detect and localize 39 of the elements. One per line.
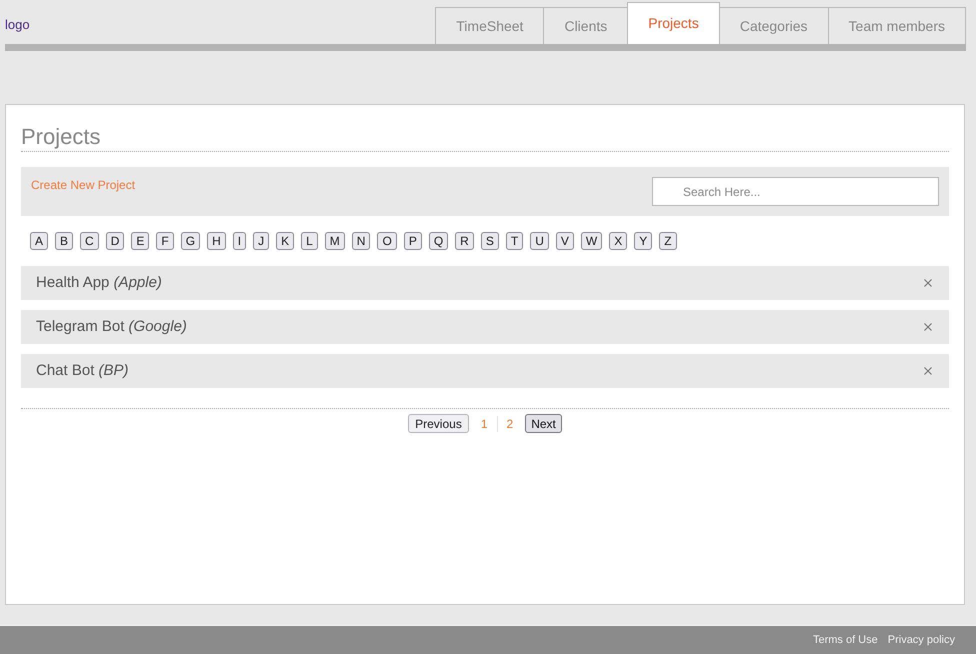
close-icon[interactable] — [924, 323, 932, 331]
project-title: Chat Bot (BP) — [36, 360, 129, 381]
letter-filter-button[interactable]: I — [232, 232, 246, 250]
letter-filter-button[interactable]: D — [106, 232, 124, 250]
close-icon[interactable] — [924, 279, 932, 287]
letter-filter-button[interactable]: O — [377, 232, 397, 250]
next-button[interactable]: Next — [525, 414, 562, 433]
letter-filter-button[interactable]: L — [301, 232, 318, 250]
letter-filter-button[interactable]: Q — [428, 232, 448, 250]
page-title: Projects — [21, 125, 102, 149]
letter-filter-button[interactable]: S — [480, 232, 499, 250]
letter-filter-button[interactable]: Y — [634, 232, 652, 250]
letter-filter-button[interactable]: C — [80, 232, 99, 250]
project-title: Health App (Apple) — [36, 272, 162, 293]
letter-filter-button[interactable]: H — [207, 232, 226, 250]
letter-filter-button[interactable]: W — [580, 232, 602, 250]
letter-filter-button[interactable]: G — [180, 232, 200, 250]
letter-filter-button[interactable]: F — [156, 232, 174, 250]
letter-filter-button[interactable]: B — [55, 232, 74, 250]
letter-filter-button[interactable]: R — [455, 232, 474, 250]
letter-filter-button[interactable]: U — [530, 232, 549, 250]
search-field[interactable]: Search Here... — [652, 177, 939, 206]
project-row[interactable]: Telegram Bot (Google) — [21, 310, 949, 344]
project-row[interactable]: Health App (Apple) — [21, 266, 949, 300]
letter-filter-button[interactable]: Z — [659, 232, 677, 250]
letter-filter-button[interactable]: T — [506, 232, 524, 250]
letter-filter-button[interactable]: A — [30, 232, 48, 250]
letter-filter-button[interactable]: X — [609, 232, 628, 250]
project-row[interactable]: Chat Bot (BP) — [21, 354, 949, 388]
letter-filter-button[interactable]: N — [352, 232, 370, 250]
project-title: Telegram Bot (Google) — [36, 316, 187, 337]
letter-filter-button[interactable]: K — [276, 232, 294, 250]
letter-filter-button[interactable]: J — [253, 232, 270, 250]
letter-filter-button[interactable]: E — [131, 232, 150, 250]
logo[interactable]: logo — [5, 9, 30, 35]
letter-filter-button[interactable]: M — [324, 232, 345, 250]
letter-filter-button[interactable]: V — [556, 232, 574, 250]
close-icon[interactable] — [924, 367, 932, 375]
letter-filter-button[interactable]: P — [404, 232, 422, 250]
